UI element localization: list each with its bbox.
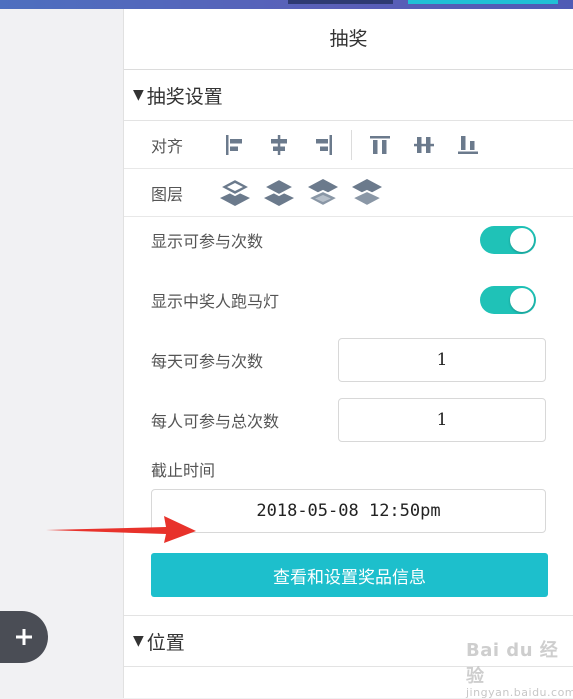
collapse-triangle-icon: ▼	[133, 87, 144, 103]
show-count-row: 显示可参与次数	[124, 217, 573, 263]
plus-icon	[16, 629, 32, 645]
canvas-area	[0, 9, 123, 698]
daily-count-label: 每天可参与次数	[151, 352, 264, 371]
watermark-brand: Bai du 经验	[466, 640, 559, 687]
show-count-toggle[interactable]	[480, 226, 536, 254]
layer-row: 图层	[124, 169, 573, 217]
panel-title: 抽奖	[124, 9, 573, 70]
deadline-input[interactable]	[151, 489, 546, 533]
layer-bring-front-icon[interactable]	[213, 171, 257, 215]
watermark: Bai du 经验 jingyan.baidu.com	[466, 636, 573, 699]
align-row: 对齐	[124, 121, 573, 169]
show-marquee-toggle[interactable]	[480, 286, 536, 314]
section-title: 位置	[146, 631, 185, 654]
toolbar-button-primary[interactable]	[408, 0, 558, 4]
red-arrow-annotation	[46, 516, 196, 543]
show-marquee-label: 显示中奖人跑马灯	[151, 292, 280, 311]
collapse-triangle-icon: ▼	[133, 633, 144, 649]
show-marquee-row: 显示中奖人跑马灯	[124, 263, 573, 337]
align-top-icon[interactable]	[358, 125, 402, 165]
align-right-icon[interactable]	[301, 125, 345, 165]
deadline-label: 截止时间	[151, 461, 216, 480]
show-count-label: 显示可参与次数	[151, 232, 264, 251]
align-left-icon[interactable]	[213, 125, 257, 165]
daily-count-row: 每天可参与次数	[124, 337, 573, 383]
toggle-knob	[510, 228, 534, 252]
properties-panel: 抽奖 ▼ 抽奖设置 对齐 图层 显示可参与次数 显示中奖人跑马灯 每天可参与次数…	[123, 9, 573, 698]
layer-bring-forward-icon[interactable]	[257, 171, 301, 215]
layer-label: 图层	[151, 184, 184, 204]
section-header-settings[interactable]: ▼ 抽奖设置	[124, 70, 573, 121]
prize-settings-button[interactable]: 查看和设置奖品信息	[151, 553, 548, 597]
align-label: 对齐	[151, 136, 184, 156]
section-title: 抽奖设置	[146, 85, 223, 108]
deadline-row: 截止时间	[124, 443, 573, 489]
watermark-sub: jingyan.baidu.com	[466, 686, 573, 699]
total-count-input[interactable]	[338, 398, 546, 442]
tool-separator	[351, 129, 352, 160]
align-middle-v-icon[interactable]	[402, 125, 446, 165]
total-count-label: 每人可参与总次数	[151, 412, 280, 431]
total-count-row: 每人可参与总次数	[124, 397, 573, 443]
toggle-knob	[510, 288, 534, 312]
daily-count-input[interactable]	[338, 338, 546, 382]
top-toolbar	[0, 0, 573, 9]
align-bottom-icon[interactable]	[446, 125, 490, 165]
layer-send-backward-icon[interactable]	[301, 171, 345, 215]
layer-send-back-icon[interactable]	[345, 171, 389, 215]
align-center-h-icon[interactable]	[257, 125, 301, 165]
toolbar-button-dark[interactable]	[288, 0, 393, 4]
